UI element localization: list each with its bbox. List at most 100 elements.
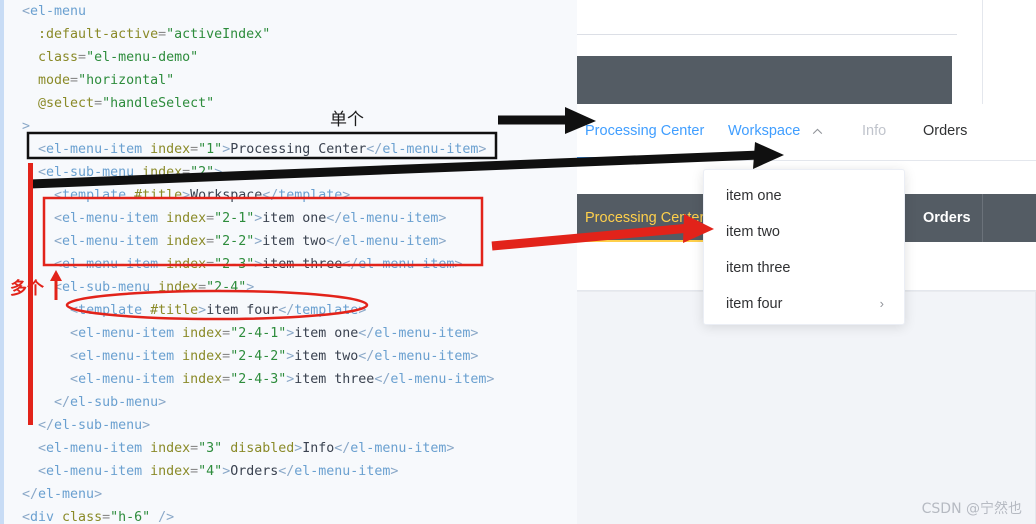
- code-token: el-menu-item: [374, 326, 471, 341]
- code-token: <: [54, 234, 63, 249]
- code-line: <el-menu-item index="2-1">item one</el-m…: [22, 207, 494, 230]
- menu-item-orders-light[interactable]: Orders: [915, 104, 975, 159]
- menu-item-processing-center-dark[interactable]: Processing Center: [577, 194, 713, 242]
- code-line: @select="handleSelect": [22, 92, 494, 115]
- code-token: =: [190, 464, 199, 479]
- menu-item-label: Workspace: [728, 123, 801, 139]
- code-token: </: [262, 188, 279, 203]
- code-line: <el-menu-item index="2-3">item three</el…: [22, 253, 494, 276]
- code-token: el-menu-item: [62, 234, 167, 249]
- code-token: <: [54, 280, 63, 295]
- code-line: mode="horizontal": [22, 69, 494, 92]
- code-token: index: [158, 280, 199, 295]
- code-token: <: [38, 165, 47, 180]
- code-token: #title: [150, 303, 199, 318]
- code-line: </el-menu>: [22, 483, 494, 506]
- code-editor-panel[interactable]: <el-menu :default-active="activeIndex" c…: [0, 0, 577, 524]
- preview-vertical-separator-top: [982, 0, 983, 104]
- menu-item-orders-dark[interactable]: Orders: [915, 194, 979, 242]
- code-line: </el-sub-menu>: [22, 391, 494, 414]
- code-token: >: [222, 142, 231, 157]
- code-token: =: [206, 211, 215, 226]
- dark-menu-right-edge: [982, 194, 983, 242]
- code-token: <: [22, 4, 31, 19]
- code-token: index: [150, 464, 191, 479]
- code-token: >: [438, 211, 447, 226]
- menu-item-workspace-light[interactable]: Workspace: [720, 104, 832, 159]
- code-token: >: [182, 188, 191, 203]
- light-horizontal-menu[interactable]: Processing Center Workspace Info Orders: [577, 104, 1036, 161]
- code-token: "4": [198, 464, 223, 479]
- code-token: el-menu-item: [62, 257, 167, 272]
- code-token: #title: [134, 188, 183, 203]
- dropdown-item-item-two[interactable]: item two: [704, 214, 904, 250]
- code-line: <el-menu-item index="2-4-2">item two</el…: [22, 345, 494, 368]
- code-token: </: [38, 418, 55, 433]
- workspace-dropdown-menu[interactable]: item one item two item three item four ›: [703, 169, 905, 325]
- code-token: =: [190, 142, 199, 157]
- code-token: </: [278, 464, 295, 479]
- dropdown-item-item-three[interactable]: item three: [704, 250, 904, 286]
- code-token: >: [342, 188, 351, 203]
- code-token: el-sub-menu: [54, 418, 143, 433]
- code-token: disabled: [230, 441, 295, 456]
- code-token: el-menu-item: [342, 234, 439, 249]
- annotation-label-multi: 多个: [10, 279, 44, 299]
- menu-item-label: Orders: [923, 123, 968, 139]
- code-token: item three: [294, 372, 375, 387]
- code-token: template: [62, 188, 135, 203]
- code-token: index: [166, 234, 207, 249]
- code-token: =: [222, 349, 231, 364]
- code-token: el-sub-menu: [62, 280, 159, 295]
- code-token: =: [198, 280, 207, 295]
- menu-item-label: Orders: [923, 210, 971, 226]
- code-token: >: [390, 464, 399, 479]
- code-token: <: [38, 441, 47, 456]
- code-token: >: [486, 372, 495, 387]
- code-token: >: [142, 418, 151, 433]
- code-token: el-menu-item: [46, 142, 151, 157]
- dropdown-item-label: item one: [726, 188, 782, 204]
- preview-divider-top: [577, 34, 957, 35]
- code-token: el-menu-item: [374, 349, 471, 364]
- code-token: index: [150, 142, 191, 157]
- dropdown-item-item-one[interactable]: item one: [704, 178, 904, 214]
- code-token: template: [278, 188, 343, 203]
- annotation-label-single: 单个: [330, 110, 364, 130]
- code-line: :default-active="activeIndex": [22, 23, 494, 46]
- code-token: "2": [190, 165, 215, 180]
- dropdown-item-label: item three: [726, 260, 791, 276]
- menu-item-processing-center-light[interactable]: Processing Center: [577, 104, 713, 159]
- preview-top-whitespace: [577, 0, 1036, 28]
- dropdown-item-item-four[interactable]: item four ›: [704, 286, 904, 322]
- code-token: >: [438, 234, 447, 249]
- code-token: "2-1": [214, 211, 255, 226]
- code-token: <: [54, 188, 63, 203]
- code-token: >: [470, 326, 479, 341]
- code-line: <el-menu-item index="4">Orders</el-menu-…: [22, 460, 494, 483]
- code-token: >: [222, 464, 231, 479]
- code-token: el-menu-item: [390, 372, 487, 387]
- code-token: <: [38, 464, 47, 479]
- code-token: el-menu-item: [382, 142, 479, 157]
- code-line: <el-menu-item index="2-4-1">item one</el…: [22, 322, 494, 345]
- code-listing: <el-menu :default-active="activeIndex" c…: [22, 0, 494, 524]
- dropdown-item-label: item two: [726, 224, 780, 240]
- code-token: =: [70, 73, 79, 88]
- code-token: =: [222, 372, 231, 387]
- code-token: />: [150, 510, 175, 524]
- code-token: </: [22, 487, 39, 502]
- code-token: index: [166, 211, 207, 226]
- menu-item-label: Processing Center: [585, 210, 705, 226]
- code-token: "2-4-2": [230, 349, 287, 364]
